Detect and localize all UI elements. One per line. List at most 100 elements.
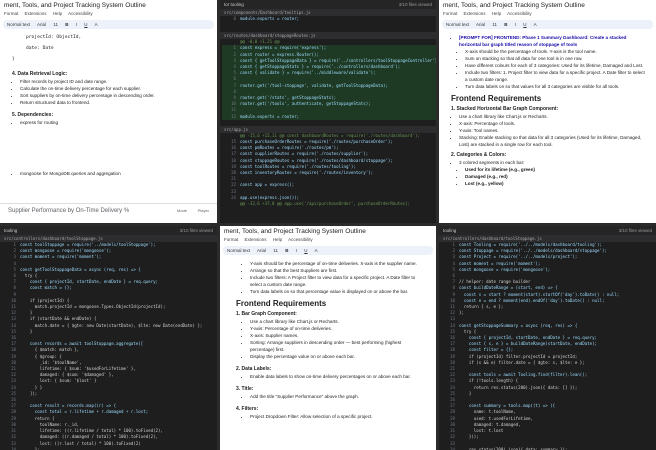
code-text: used: t.usedForLifetime, — [459, 415, 533, 421]
docs-panel-top-left: ment, Tools, and Project Tracking System… — [0, 0, 217, 223]
file-path-header[interactable]: src/routes/dashboard/stoppageRoutes.js — [220, 32, 436, 40]
code-text: const pmRoutes = require('./routes/pm'); — [240, 145, 339, 151]
code-text: damaged: t.damaged, — [459, 421, 521, 427]
underline-button[interactable]: U — [84, 22, 87, 27]
code-text: router.get('/tools', authenticate, getSt… — [240, 101, 371, 107]
italic-button[interactable]: I — [296, 248, 297, 253]
section-heading: 1. Stacked Horizontal Bar Graph Componen… — [451, 106, 559, 112]
files-viewed-count: 3/10 files viewed — [179, 228, 213, 233]
chart-preview: Supplier Performance by On-Time Delivery… — [0, 203, 217, 223]
menu-extensions[interactable]: Extensions — [25, 11, 47, 16]
underline-button[interactable]: U — [304, 248, 307, 253]
font-select[interactable]: Arial — [37, 22, 46, 27]
list-item: Turn data labels on so that values for a… — [465, 83, 646, 90]
code-text: // helper: date range builder — [459, 279, 531, 285]
list-item: Use a chart library like Chart.js or Rec… — [459, 113, 646, 120]
underline-button[interactable]: U — [523, 22, 526, 27]
code-text: lifetime: ((r.lifetime / total) * 100).t… — [20, 428, 163, 434]
list-item: Use a chart library like Chart.js or Rec… — [250, 318, 426, 325]
code-text: const Tooling = require('../../models/da… — [459, 242, 602, 247]
file-path-header[interactable]: src/controllers/dashboard/toolStoppage.j… — [439, 235, 656, 242]
code-text: if (startDate && endDate) { — [20, 316, 97, 322]
file-path-header[interactable]: src/app.js — [220, 125, 436, 133]
menu-extensions[interactable]: Extensions — [245, 237, 267, 242]
file-path-header[interactable]: src/components/Dashboard/tooltips.js — [220, 9, 436, 16]
text-color-button[interactable]: A — [95, 22, 98, 27]
menu-format[interactable]: Format — [443, 11, 457, 16]
code-text: const toolRoutes = require('./routes/too… — [240, 163, 356, 169]
font-select[interactable]: Arial — [257, 248, 266, 253]
style-select[interactable]: Normal text — [7, 22, 30, 27]
doc-menu: Format Extensions Help Accessibility — [220, 237, 436, 245]
size-select[interactable]: 11 — [53, 22, 58, 27]
section-heading: 4. Filters: — [236, 406, 259, 412]
editor-tab[interactable]: tooling — [443, 228, 456, 233]
code-text: const tools = await Tooling.find(filter)… — [459, 372, 588, 378]
editor-tab[interactable]: tor tooling — [224, 2, 244, 7]
list-item: Damaged (e.g., red) — [465, 173, 646, 180]
doc-body: Y-axis should be the percentage of on-ti… — [220, 256, 436, 420]
docs-panel-top-right: ment, Tools, and Project Tracking System… — [439, 0, 656, 223]
list-item: Sorting: Arrange suppliers in descending… — [250, 339, 426, 353]
list-item: Lost (e.g., yellow) — [465, 180, 646, 187]
doc-title: ment, Tools, and Project Tracking System… — [4, 2, 146, 9]
list-item: X-axis: Supplier names. — [250, 332, 426, 339]
code-text: name: t.toolName, — [459, 409, 516, 415]
code-block: 1 const toolStoppage = require('../models… — [0, 242, 217, 450]
code-text: const { getToolStoppageData } = require(… — [240, 57, 436, 63]
code-text: if (!tools.length) { — [459, 378, 519, 384]
editor-tab[interactable]: tooling — [4, 228, 17, 233]
code-block: 1 const Tooling = require('../../models/d… — [439, 242, 656, 450]
font-select[interactable]: Arial — [476, 22, 485, 27]
italic-button[interactable]: I — [515, 22, 516, 27]
menu-accessibility[interactable]: Accessibility — [68, 11, 93, 16]
code-text: const getStoppageSummary = async (req, r… — [459, 322, 578, 328]
editor-tab-bar: tooling 3/10 files viewed — [439, 226, 656, 235]
doc-title: ment, Tools, and Project Tracking System… — [443, 2, 585, 9]
code-text: const buildDateRange = (start, end) => { — [459, 285, 558, 291]
section-title: Frontend Requirements — [236, 299, 327, 308]
style-select[interactable]: Normal text — [446, 22, 469, 27]
size-select[interactable]: 11 — [273, 248, 278, 253]
section-heading: 5. Dependencies: — [12, 112, 54, 118]
code-text: const filter = {}; — [459, 347, 514, 353]
code-text: if (projectId) { — [20, 297, 70, 303]
bold-button[interactable]: B — [504, 22, 507, 27]
line-number: 12 — [231, 113, 236, 119]
menu-format[interactable]: Format — [4, 11, 18, 16]
list-item: X-axis should be the percentage of tools… — [465, 48, 646, 55]
size-select[interactable]: 11 — [492, 22, 497, 27]
menu-help[interactable]: Help — [273, 237, 282, 242]
code-text: }; — [459, 310, 464, 316]
menu-help[interactable]: Help — [492, 11, 501, 16]
file-path-header[interactable]: src/controllers/dashboard/toolStoppage.j… — [0, 235, 217, 242]
prompt-text: [PROMPT FOR] FRONTEND: Phase 1 Summary D… — [459, 34, 646, 48]
code-line: } — [12, 57, 15, 62]
code-text: try { — [459, 328, 477, 334]
code-text: const stoppageRoutes = require('./routes… — [240, 157, 393, 163]
code-text: } — [20, 310, 33, 316]
code-text: const match = {}; — [20, 285, 72, 291]
section-heading: 4. Data Retrieval Logic: — [12, 71, 68, 77]
doc-toolbar: Normal text Arial 11 B I U A — [3, 20, 214, 29]
code-text: toolName: r._id, — [20, 421, 80, 427]
bold-button[interactable]: B — [65, 22, 68, 27]
bold-button[interactable]: B — [285, 248, 288, 253]
text-color-button[interactable]: A — [534, 22, 537, 27]
code-text: const result = records.map((r) => { — [20, 403, 117, 409]
menu-accessibility[interactable]: Accessibility — [507, 11, 532, 16]
code-text: damaged: { $sum: '$damaged' }, — [20, 372, 114, 378]
style-select[interactable]: Normal text — [227, 248, 250, 253]
code-text: const { s, e } = buildDateRange(startDat… — [459, 341, 598, 347]
menu-accessibility[interactable]: Accessibility — [288, 237, 313, 242]
list-item: Y-axis: Tool names. — [459, 127, 646, 134]
text-color-button[interactable]: A — [315, 248, 318, 253]
menu-format[interactable]: Format — [224, 237, 238, 242]
list-item: Filter records by project ID and date ra… — [20, 78, 207, 85]
menu-help[interactable]: Help — [53, 11, 62, 16]
list-item: Sort suppliers by on-time delivery perce… — [20, 92, 207, 99]
code-text: const Project = require('../../models/pr… — [459, 254, 578, 260]
italic-button[interactable]: I — [76, 22, 77, 27]
menu-extensions[interactable]: Extensions — [464, 11, 486, 16]
doc-body: projectId: ObjectId, date: Date } 4. Dat… — [0, 30, 217, 177]
